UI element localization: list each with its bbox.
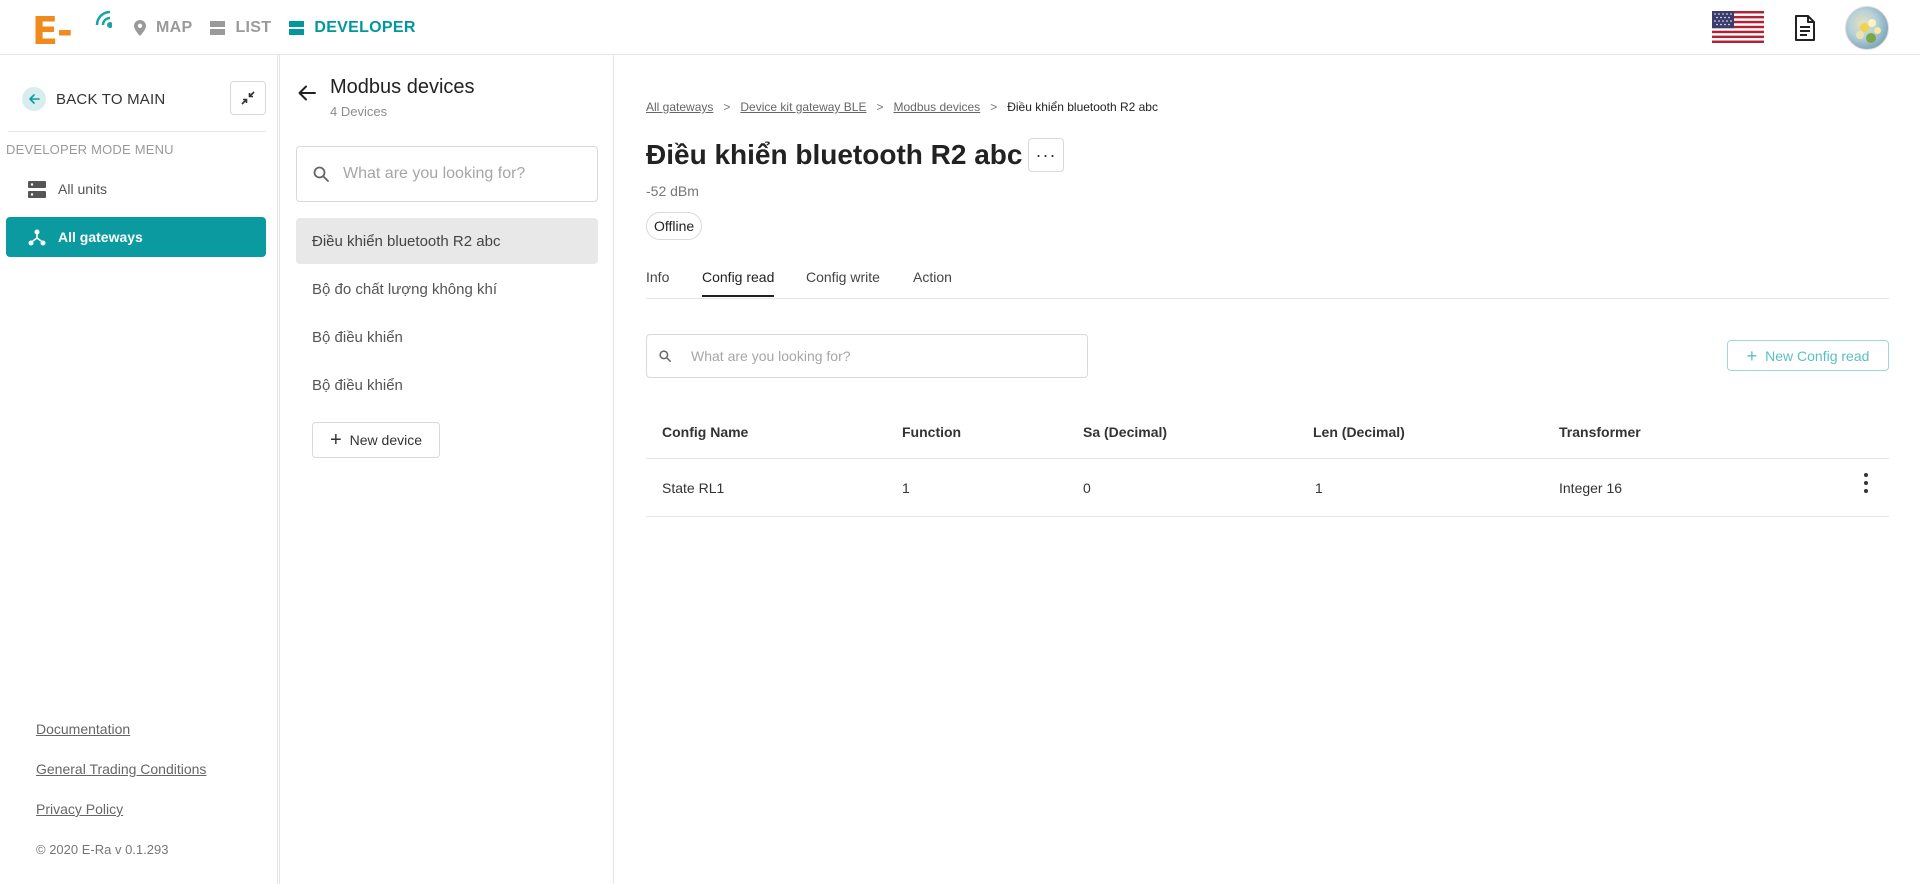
collapse-icon bbox=[241, 91, 255, 105]
nav-map[interactable]: MAP bbox=[134, 19, 192, 37]
row-menu-button[interactable] bbox=[1855, 469, 1877, 497]
privacy-policy-link[interactable]: Privacy Policy bbox=[36, 801, 123, 817]
search-icon bbox=[313, 166, 329, 182]
back-to-main-label: BACK TO MAIN bbox=[56, 90, 166, 108]
sidebar-item-label: All units bbox=[58, 181, 108, 197]
list-icon bbox=[210, 20, 226, 35]
column-header-transformer: Transformer bbox=[1559, 424, 1641, 440]
breadcrumb-modbus-devices[interactable]: Modbus devices bbox=[893, 100, 980, 114]
nav-developer-label: DEVELOPER bbox=[314, 18, 416, 36]
tabs-divider bbox=[646, 298, 1889, 299]
sidebar-item-label: All gateways bbox=[58, 229, 143, 245]
table-row-divider bbox=[646, 516, 1889, 517]
cell-config-name: State RL1 bbox=[662, 480, 725, 496]
plus-icon: + bbox=[329, 429, 342, 451]
top-bar: E-Ra MAP LIST DEVELOPER bbox=[0, 0, 1920, 97]
column-header-function: Function bbox=[902, 424, 962, 440]
gateway-icon bbox=[28, 229, 46, 246]
tab-config-write[interactable]: Config write bbox=[806, 269, 880, 295]
new-device-label: New device bbox=[349, 432, 423, 448]
table-header-divider bbox=[646, 458, 1889, 459]
cell-len: 1 bbox=[1315, 480, 1323, 496]
config-search-box[interactable] bbox=[646, 334, 1088, 378]
map-pin-icon bbox=[134, 19, 146, 36]
device-search-box[interactable] bbox=[296, 146, 598, 202]
back-arrow-icon bbox=[22, 87, 46, 111]
new-config-read-label: New Config read bbox=[1765, 347, 1870, 364]
kebab-menu-icon bbox=[1864, 473, 1868, 477]
back-arrow-icon[interactable] bbox=[298, 85, 316, 101]
units-icon bbox=[28, 180, 46, 198]
kebab-menu-icon bbox=[1864, 481, 1868, 485]
breadcrumb-separator: > bbox=[876, 100, 884, 114]
column-header-sa: Sa (Decimal) bbox=[1083, 424, 1168, 440]
more-options-button[interactable]: ··· bbox=[1028, 138, 1064, 172]
breadcrumb-current: Điều khiển bluetooth R2 abc bbox=[1007, 100, 1158, 114]
column-header-config-name: Config Name bbox=[662, 424, 749, 440]
kebab-menu-icon bbox=[1864, 489, 1868, 493]
user-avatar[interactable] bbox=[1845, 6, 1889, 50]
device-list-item[interactable]: Bộ điều khiển bbox=[296, 362, 598, 408]
device-list-item[interactable]: Bộ điều khiển bbox=[296, 314, 598, 360]
breadcrumb-gateway[interactable]: Device kit gateway BLE bbox=[740, 100, 866, 114]
devices-panel-title: Modbus devices bbox=[330, 76, 475, 98]
back-to-main-button[interactable]: BACK TO MAIN bbox=[22, 87, 165, 111]
config-search-input[interactable] bbox=[691, 348, 1071, 364]
tab-info[interactable]: Info bbox=[646, 269, 669, 295]
new-config-read-button[interactable]: + New Config read bbox=[1727, 340, 1889, 371]
devices-panel: Modbus devices 4 Devices Điều khiển blue… bbox=[279, 55, 614, 884]
nav-list[interactable]: LIST bbox=[210, 19, 271, 37]
device-detail-main: All gateways > Device kit gateway BLE > … bbox=[615, 55, 1920, 884]
developer-icon bbox=[289, 20, 305, 35]
plus-icon: + bbox=[1746, 345, 1758, 366]
status-badge: Offline bbox=[646, 212, 703, 240]
page-title: Điều khiển bluetooth R2 abc bbox=[646, 139, 1023, 170]
tab-config-read[interactable]: Config read bbox=[702, 269, 775, 297]
wifi-signal-icon bbox=[95, 10, 112, 28]
device-search-input[interactable] bbox=[343, 165, 573, 183]
copyright-text: © 2020 E-Ra v 0.1.293 bbox=[36, 842, 169, 857]
breadcrumb-separator: > bbox=[990, 100, 998, 114]
breadcrumb-all-gateways[interactable]: All gateways bbox=[646, 100, 713, 114]
nav-developer[interactable]: DEVELOPER bbox=[289, 19, 415, 37]
signal-strength: -52 dBm bbox=[646, 183, 699, 199]
era-logo[interactable]: E-Ra bbox=[32, 7, 120, 97]
developer-sidebar: BACK TO MAIN DEVELOPER MODE MENU All uni… bbox=[0, 55, 278, 884]
documentation-link[interactable]: Documentation bbox=[36, 721, 130, 737]
search-icon bbox=[659, 350, 671, 362]
sidebar-divider bbox=[8, 131, 266, 132]
device-list-item[interactable]: Bộ đo chất lượng không khí bbox=[296, 266, 598, 312]
tab-action[interactable]: Action bbox=[913, 269, 952, 295]
cell-transformer: Integer 16 bbox=[1559, 480, 1623, 496]
sidebar-item-all-gateways[interactable]: All gateways bbox=[6, 217, 266, 257]
sidebar-item-all-units[interactable]: All units bbox=[6, 169, 266, 209]
nav-list-label: LIST bbox=[235, 18, 272, 36]
collapse-sidebar-button[interactable] bbox=[230, 81, 266, 115]
new-device-button[interactable]: + New device bbox=[312, 422, 440, 458]
device-list-item[interactable]: Điều khiển bluetooth R2 abc bbox=[296, 218, 598, 264]
document-icon[interactable] bbox=[1792, 14, 1818, 42]
devices-count: 4 Devices bbox=[330, 104, 388, 119]
nav-map-label: MAP bbox=[156, 18, 193, 36]
breadcrumb-separator: > bbox=[723, 100, 731, 114]
trading-conditions-link[interactable]: General Trading Conditions bbox=[36, 761, 206, 777]
column-header-len: Len (Decimal) bbox=[1313, 424, 1405, 440]
cell-sa: 0 bbox=[1083, 480, 1091, 496]
breadcrumb: All gateways > Device kit gateway BLE > … bbox=[646, 100, 1158, 114]
developer-menu-title: DEVELOPER MODE MENU bbox=[6, 142, 174, 157]
us-flag-icon[interactable] bbox=[1712, 11, 1764, 43]
cell-function: 1 bbox=[902, 480, 910, 496]
main-nav: MAP LIST DEVELOPER bbox=[134, 0, 434, 55]
